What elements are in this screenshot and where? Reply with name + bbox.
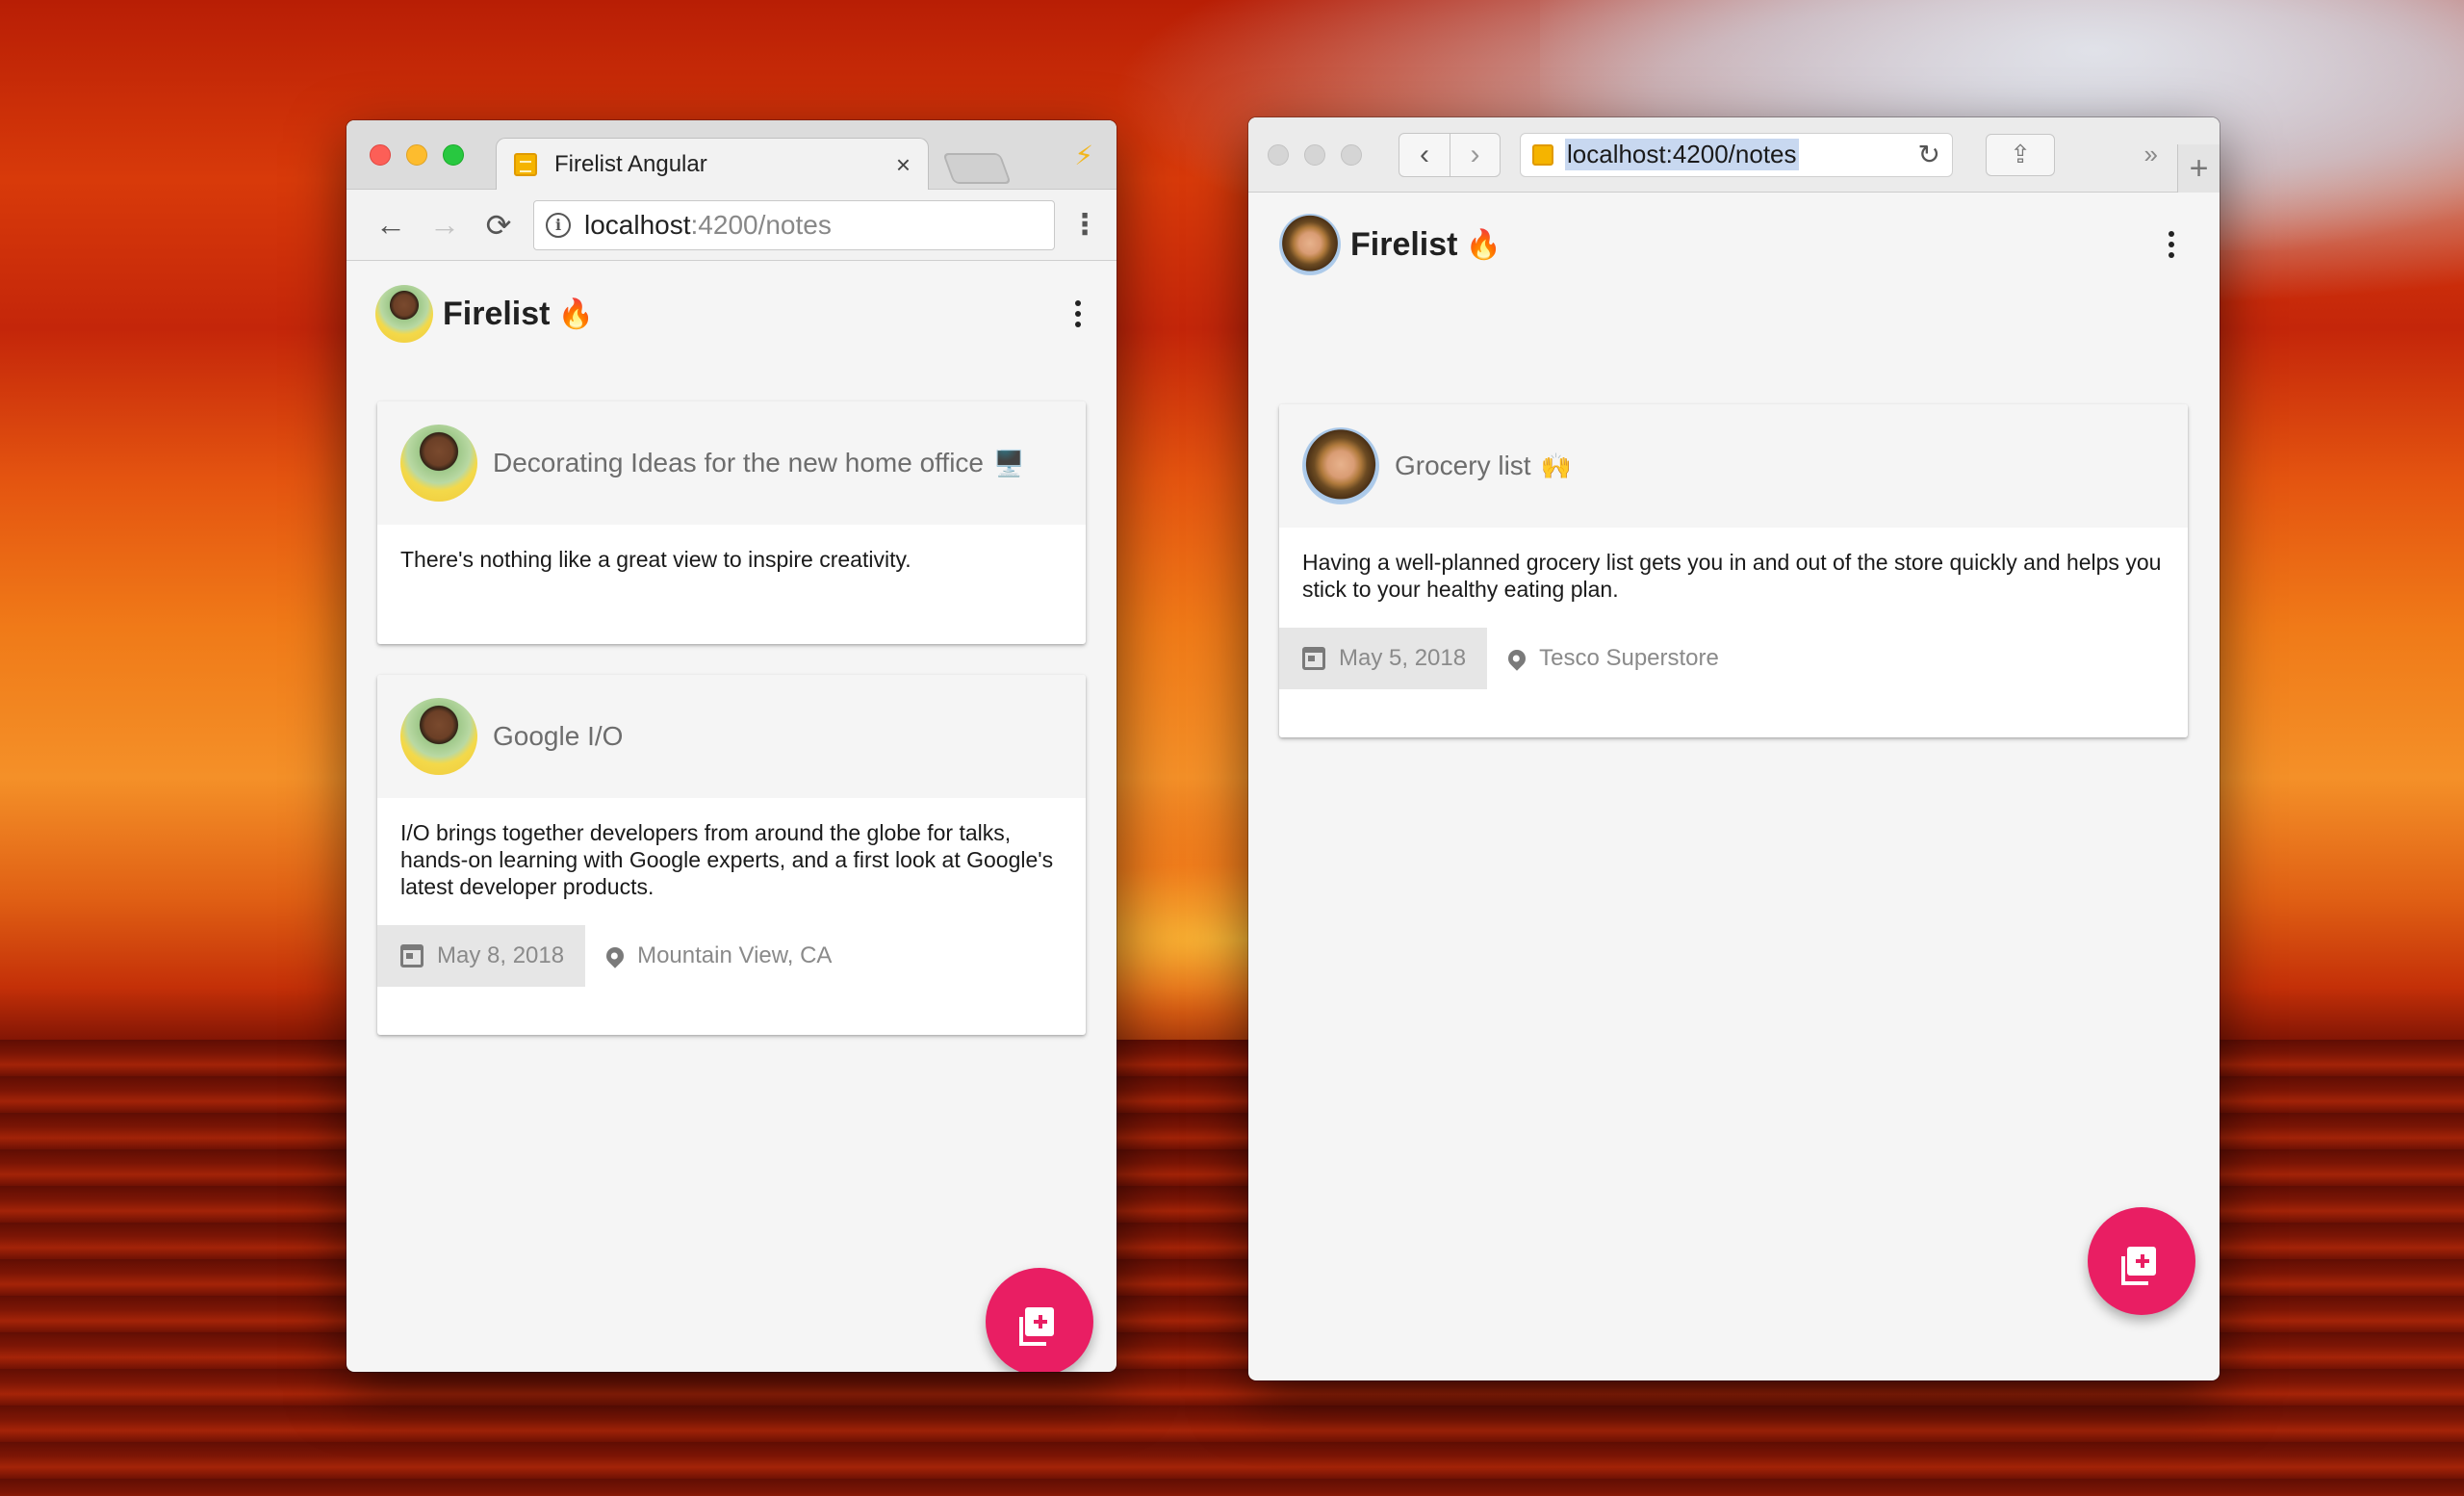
location-pin-icon <box>603 943 628 968</box>
note-header: Decorating Ideas for the new home office… <box>377 401 1086 525</box>
chrome-window: Firelist Angular × ⚡ ← → ⟳ i localhost:4… <box>346 120 1116 1372</box>
user-avatar[interactable] <box>375 285 433 343</box>
history-nav: ‹ › <box>1399 132 1501 177</box>
add-note-icon <box>1019 1307 1054 1346</box>
note-card[interactable]: Grocery list 🙌 Having a well-planned gro… <box>1279 404 2188 737</box>
window-controls <box>1268 143 1362 166</box>
note-body: I/O brings together developers from arou… <box>400 820 1054 899</box>
note-header: Grocery list 🙌 <box>1279 404 2188 528</box>
url-host: localhost <box>584 209 691 240</box>
tab-title: Firelist Angular <box>554 151 707 177</box>
new-tab-button[interactable] <box>942 153 1012 184</box>
note-title: Google I/O <box>493 721 624 751</box>
app-header: Firelist 🔥 <box>1248 193 2220 279</box>
note-location-text: Mountain View, CA <box>637 942 833 968</box>
firelist-app: Firelist 🔥 Decorating Ideas for the new … <box>346 261 1116 1372</box>
note-date: May 5, 2018 <box>1279 628 1488 689</box>
note-card[interactable]: Decorating Ideas for the new home office… <box>377 401 1086 644</box>
chrome-titlebar: Firelist Angular × ⚡ <box>346 120 1116 191</box>
add-note-button[interactable] <box>986 1268 1093 1372</box>
author-avatar <box>400 425 477 502</box>
tab-close-icon[interactable]: × <box>896 150 911 180</box>
note-body: There's nothing like a great view to ins… <box>400 547 911 572</box>
user-avatar[interactable] <box>1279 214 1341 275</box>
address-bar[interactable]: localhost:4200/notes ↻ <box>1520 132 1953 177</box>
note-meta: May 5, 2018 Tesco Superstore <box>1279 628 2188 689</box>
calendar-icon <box>1302 647 1325 670</box>
more-menu-button[interactable] <box>2162 231 2181 258</box>
url-text: localhost:4200/notes <box>1565 139 1799 170</box>
app-title: Firelist <box>1350 225 1458 263</box>
notes-favicon-icon <box>514 153 537 176</box>
note-location-text: Tesco Superstore <box>1539 645 1719 671</box>
forward-button[interactable]: → <box>418 207 472 243</box>
note-date-text: May 8, 2018 <box>437 942 565 968</box>
close-window-button[interactable] <box>1268 143 1289 166</box>
raised-hands-icon: 🙌 <box>1540 451 1572 480</box>
url-path: :4200/notes <box>690 209 832 240</box>
author-avatar <box>1302 427 1379 504</box>
add-note-icon <box>2121 1247 2156 1285</box>
note-header: Google I/O <box>377 675 1086 798</box>
note-location: Mountain View, CA <box>603 942 833 969</box>
flame-icon: 🔥 <box>557 297 594 330</box>
new-tab-button[interactable]: + <box>2177 144 2220 193</box>
more-menu-button[interactable] <box>1068 300 1088 327</box>
share-icon[interactable]: ⇪ <box>1986 133 2055 176</box>
note-meta: May 8, 2018 Mountain View, CA <box>377 925 1086 987</box>
forward-button[interactable]: › <box>1450 133 1500 176</box>
back-button[interactable]: ← <box>364 207 418 243</box>
zoom-window-button[interactable] <box>443 144 464 166</box>
address-bar[interactable]: i localhost:4200/notes <box>533 199 1055 250</box>
monitor-icon: 🖥️ <box>993 448 1025 477</box>
add-note-button[interactable] <box>2088 1207 2195 1315</box>
browser-menu-button[interactable]: ⋮ <box>1070 208 1099 242</box>
note-card[interactable]: Google I/O I/O brings together developer… <box>377 675 1086 1035</box>
safari-window: ‹ › localhost:4200/notes ↻ ⇪ » + Firelis… <box>1248 117 2220 1380</box>
note-body: Having a well-planned grocery list gets … <box>1302 550 2162 602</box>
minimize-window-button[interactable] <box>406 144 427 166</box>
calendar-icon <box>400 944 424 967</box>
notes-favicon-icon <box>1532 143 1553 166</box>
bolt-icon[interactable]: ⚡ <box>1074 140 1093 171</box>
safari-toolbar: ‹ › localhost:4200/notes ↻ ⇪ » + <box>1248 117 2220 193</box>
reload-icon[interactable]: ↻ <box>1918 139 1940 170</box>
author-avatar <box>400 698 477 775</box>
app-title: Firelist <box>443 295 551 332</box>
minimize-window-button[interactable] <box>1304 143 1325 166</box>
close-window-button[interactable] <box>370 144 391 166</box>
info-icon[interactable]: i <box>546 212 571 238</box>
more-toolbar-items-icon[interactable]: » <box>2144 140 2159 169</box>
flame-icon: 🔥 <box>1465 228 1502 261</box>
reload-button[interactable]: ⟳ <box>472 207 526 244</box>
chrome-toolbar: ← → ⟳ i localhost:4200/notes ⋮ <box>346 190 1116 261</box>
location-pin-icon <box>1504 646 1529 671</box>
zoom-window-button[interactable] <box>1341 143 1362 166</box>
note-location: Tesco Superstore <box>1504 645 1719 672</box>
window-controls <box>370 144 464 166</box>
back-button[interactable]: ‹ <box>1399 134 1450 176</box>
firelist-app: Firelist 🔥 Grocery list 🙌 Having a well-… <box>1248 193 2220 1380</box>
note-title: Grocery list <box>1395 451 1531 480</box>
note-date: May 8, 2018 <box>377 925 586 987</box>
browser-tab[interactable]: Firelist Angular × <box>496 138 929 191</box>
note-date-text: May 5, 2018 <box>1339 645 1467 671</box>
note-title: Decorating Ideas for the new home office <box>493 448 985 477</box>
app-header: Firelist 🔥 <box>346 261 1116 348</box>
